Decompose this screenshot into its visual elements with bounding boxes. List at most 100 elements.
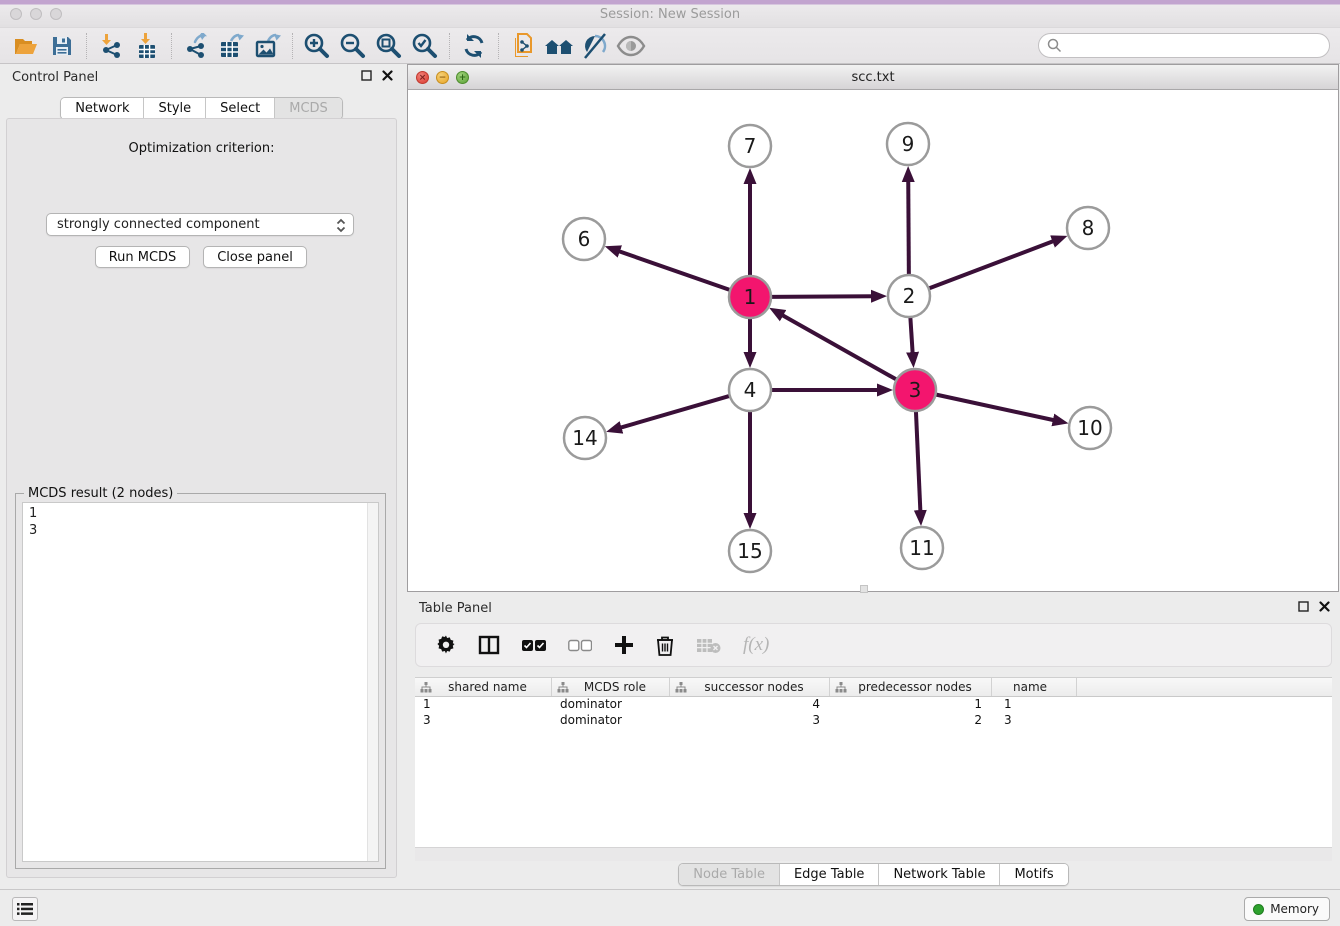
hierarchy-icon bbox=[420, 682, 432, 693]
cell-name[interactable]: 3 bbox=[992, 713, 1077, 729]
criterion-dropdown[interactable]: strongly connected component bbox=[46, 213, 354, 236]
table-scrollbar[interactable] bbox=[415, 847, 1332, 861]
tab-node-table[interactable]: Node Table bbox=[679, 864, 780, 885]
network-canvas[interactable]: 7968124314101511 bbox=[408, 90, 1338, 591]
edge-4-14[interactable] bbox=[620, 396, 731, 428]
toolbar-separator bbox=[86, 33, 87, 59]
splitter-grip[interactable] bbox=[860, 585, 868, 593]
col-predecessor-nodes[interactable]: predecessor nodes bbox=[830, 678, 992, 696]
tab-network-table[interactable]: Network Table bbox=[879, 864, 1000, 885]
table-toolbar: f(x) bbox=[415, 623, 1332, 667]
export-image-icon[interactable] bbox=[250, 31, 286, 61]
table-tabs: Node Table Edge Table Network Table Moti… bbox=[678, 863, 1068, 886]
zoom-selected-icon[interactable] bbox=[407, 31, 443, 61]
control-panel-title: Control Panel bbox=[12, 70, 98, 85]
network-window-titlebar[interactable]: × − + scc.txt bbox=[408, 65, 1338, 90]
col-shared-name[interactable]: shared name bbox=[415, 678, 552, 696]
graphics-details-icon[interactable] bbox=[577, 31, 613, 61]
network-window: × − + scc.txt 7968124314101511 bbox=[407, 64, 1339, 592]
edge-1-2[interactable] bbox=[770, 296, 873, 297]
add-column-icon[interactable] bbox=[614, 635, 634, 655]
select-all-icon[interactable] bbox=[522, 639, 546, 652]
delete-column-icon[interactable] bbox=[656, 635, 674, 656]
first-neighbors-icon[interactable] bbox=[541, 31, 577, 61]
mcds-result-box: MCDS result (2 nodes) 1 3 bbox=[15, 493, 386, 869]
clone-network-icon[interactable] bbox=[505, 31, 541, 61]
graph-node-label: 8 bbox=[1082, 216, 1095, 240]
edge-3-11[interactable] bbox=[916, 410, 921, 512]
import-network-icon[interactable] bbox=[93, 31, 129, 61]
export-table-icon[interactable] bbox=[214, 31, 250, 61]
graph-node-label: 11 bbox=[909, 536, 934, 560]
show-hide-panel-icon[interactable] bbox=[613, 31, 649, 61]
task-history-button[interactable] bbox=[12, 897, 38, 921]
edge-2-8[interactable] bbox=[928, 241, 1055, 289]
close-panel-button[interactable]: Close panel bbox=[203, 246, 307, 268]
cell-name[interactable]: 1 bbox=[992, 697, 1077, 713]
cell-predecessor-nodes[interactable]: 1 bbox=[830, 697, 992, 713]
search-field[interactable] bbox=[1038, 33, 1330, 58]
cell-mcds-role[interactable]: dominator bbox=[552, 697, 670, 713]
network-graph[interactable]: 7968124314101511 bbox=[408, 90, 1338, 591]
cell-mcds-role[interactable]: dominator bbox=[552, 713, 670, 729]
node-table: shared name MCDS role successor nodes pr… bbox=[415, 677, 1332, 847]
edge-3-1[interactable] bbox=[781, 315, 897, 381]
toolbar-separator bbox=[449, 33, 450, 59]
hierarchy-icon bbox=[835, 682, 847, 693]
close-panel-icon[interactable] bbox=[382, 70, 393, 81]
cell-successor-nodes[interactable]: 4 bbox=[670, 697, 830, 713]
chevron-updown-icon bbox=[336, 218, 346, 233]
deselect-all-icon[interactable] bbox=[568, 639, 592, 652]
run-mcds-button[interactable]: Run MCDS bbox=[95, 246, 190, 268]
search-input[interactable] bbox=[1062, 36, 1329, 56]
table-settings-icon[interactable] bbox=[436, 635, 456, 655]
cell-shared-name[interactable]: 1 bbox=[415, 697, 552, 713]
tab-motifs[interactable]: Motifs bbox=[1000, 864, 1067, 885]
fx-label: f(x) bbox=[743, 634, 769, 656]
graph-node-label: 9 bbox=[902, 132, 915, 156]
export-network-icon[interactable] bbox=[178, 31, 214, 61]
table-row[interactable]: 3 dominator 3 2 3 bbox=[415, 713, 1332, 729]
col-name[interactable]: name bbox=[992, 678, 1077, 696]
delete-table-icon bbox=[696, 637, 721, 654]
status-bar: Memory bbox=[0, 889, 1340, 926]
memory-button[interactable]: Memory bbox=[1244, 897, 1330, 921]
col-successor-nodes[interactable]: successor nodes bbox=[670, 678, 830, 696]
cell-predecessor-nodes[interactable]: 2 bbox=[830, 713, 992, 729]
zoom-out-icon[interactable] bbox=[335, 31, 371, 61]
zoom-in-icon[interactable] bbox=[299, 31, 335, 61]
edge-2-3[interactable] bbox=[910, 316, 912, 354]
mcds-result-text[interactable]: 1 3 bbox=[22, 502, 379, 862]
edge-1-6[interactable] bbox=[618, 251, 731, 291]
memory-status-icon bbox=[1253, 904, 1264, 915]
import-table-icon[interactable] bbox=[129, 31, 165, 61]
zoom-fit-icon[interactable] bbox=[371, 31, 407, 61]
result-scrollbar[interactable] bbox=[367, 503, 378, 861]
tab-select[interactable]: Select bbox=[206, 98, 275, 119]
tab-edge-table[interactable]: Edge Table bbox=[780, 864, 879, 885]
hierarchy-icon bbox=[557, 682, 569, 693]
result-line: 1 bbox=[29, 505, 378, 522]
tab-mcds[interactable]: MCDS bbox=[275, 98, 342, 119]
cell-shared-name[interactable]: 3 bbox=[415, 713, 552, 729]
float-panel-icon[interactable] bbox=[361, 70, 372, 81]
mcds-result-title: MCDS result (2 nodes) bbox=[24, 486, 177, 501]
result-line: 3 bbox=[29, 522, 378, 539]
cell-successor-nodes[interactable]: 3 bbox=[670, 713, 830, 729]
edge-2-9[interactable] bbox=[908, 180, 909, 276]
graph-node-label: 15 bbox=[737, 539, 762, 563]
optimization-criterion-label: Optimization criterion: bbox=[7, 141, 396, 156]
hierarchy-icon bbox=[675, 682, 687, 693]
column-visibility-icon[interactable] bbox=[478, 635, 500, 655]
refresh-layout-icon[interactable] bbox=[456, 31, 492, 61]
tab-network[interactable]: Network bbox=[61, 98, 144, 119]
save-session-icon[interactable] bbox=[44, 31, 80, 61]
window-titlebar: Session: New Session bbox=[0, 0, 1340, 28]
tab-style[interactable]: Style bbox=[144, 98, 206, 119]
col-mcds-role[interactable]: MCDS role bbox=[552, 678, 670, 696]
close-panel-icon[interactable] bbox=[1319, 601, 1330, 612]
table-row[interactable]: 1 dominator 4 1 1 bbox=[415, 697, 1332, 713]
float-panel-icon[interactable] bbox=[1298, 601, 1309, 612]
open-session-icon[interactable] bbox=[8, 31, 44, 61]
edge-3-10[interactable] bbox=[935, 394, 1055, 420]
